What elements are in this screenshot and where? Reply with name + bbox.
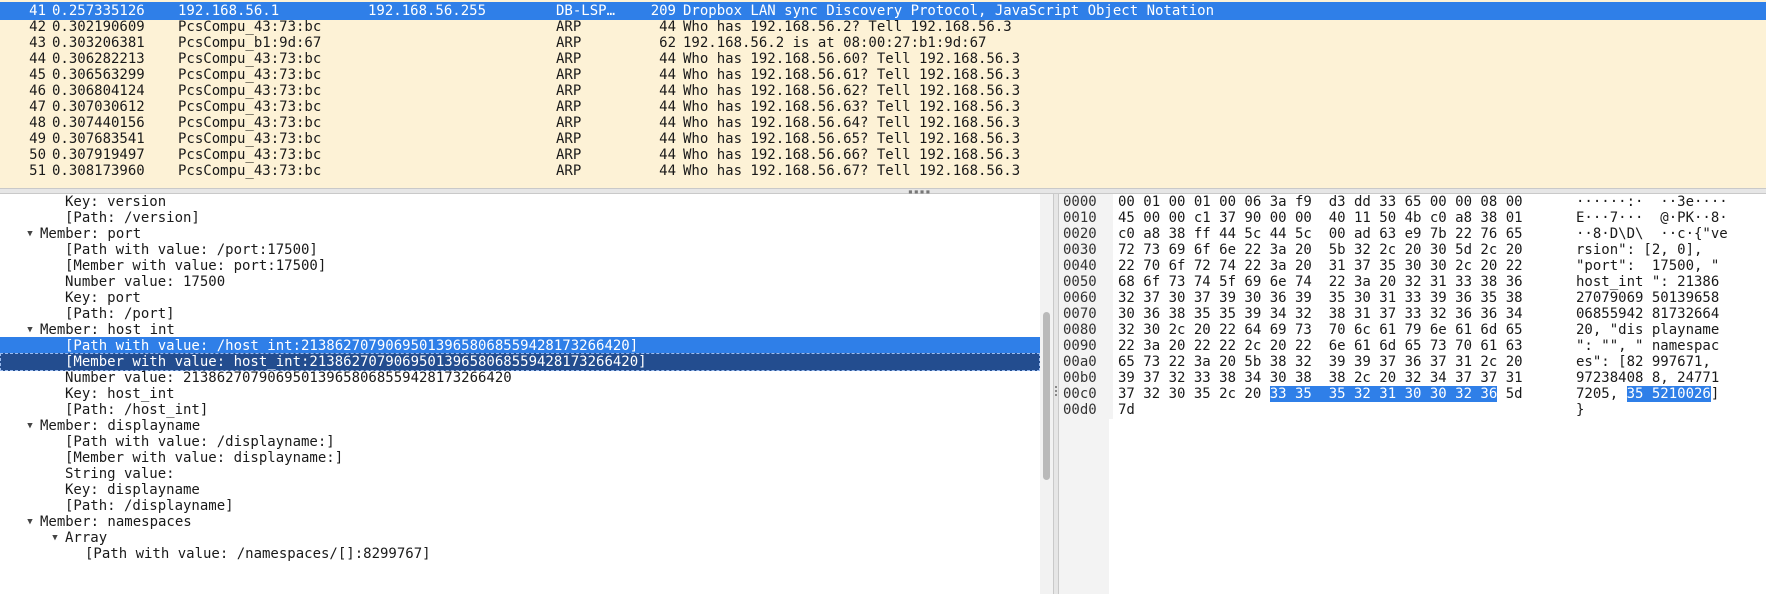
packet-details-tree[interactable]: Key: version [Path: /version] ▼ Member: por… (0, 194, 1053, 594)
hex-offset: 00d0 (1059, 401, 1113, 419)
packet-length: 44 (659, 163, 676, 179)
packet-time: 0.308173960 (52, 163, 145, 179)
hex-bytes[interactable]: 7d (1118, 401, 1135, 419)
packet-info: Who has 192.168.56.67? Tell 192.168.56.3 (683, 163, 1021, 179)
packet-protocol: ARP (556, 163, 582, 179)
packet-list[interactable]: 41 0.257335126 192.168.56.1 192.168.56.255 D… (0, 0, 1766, 188)
details-scrollbar-thumb[interactable] (1043, 312, 1050, 480)
tree-row[interactable]: [Path with value: /namespaces/[]:8299767… (0, 545, 1040, 563)
tree-row-label: [Path with value: /namespaces/[]:8299767… (85, 546, 431, 562)
splitter-grip-icon (1055, 386, 1057, 398)
packet-number: 51 (29, 163, 46, 179)
packet-source: PcsCompu_43:73:bc (178, 163, 322, 179)
packet-bytes-pane[interactable]: 0000 00 01 00 01 00 06 3a f9 d3 dd 33 65 … (1059, 194, 1766, 594)
details-scrollbar[interactable] (1040, 194, 1053, 594)
packet-row[interactable]: 51 0.308173960 PcsCompu_43:73:bc ARP 44 Who h… (0, 162, 1766, 180)
highlighted-bytes: 33 35 35 32 31 30 30 32 36 (1269, 386, 1498, 402)
highlighted-ascii: 35 5210026 (1626, 386, 1711, 402)
hex-row[interactable]: 00d0 7d} (1059, 401, 1766, 419)
ascii-bytes[interactable]: } (1576, 401, 1584, 419)
